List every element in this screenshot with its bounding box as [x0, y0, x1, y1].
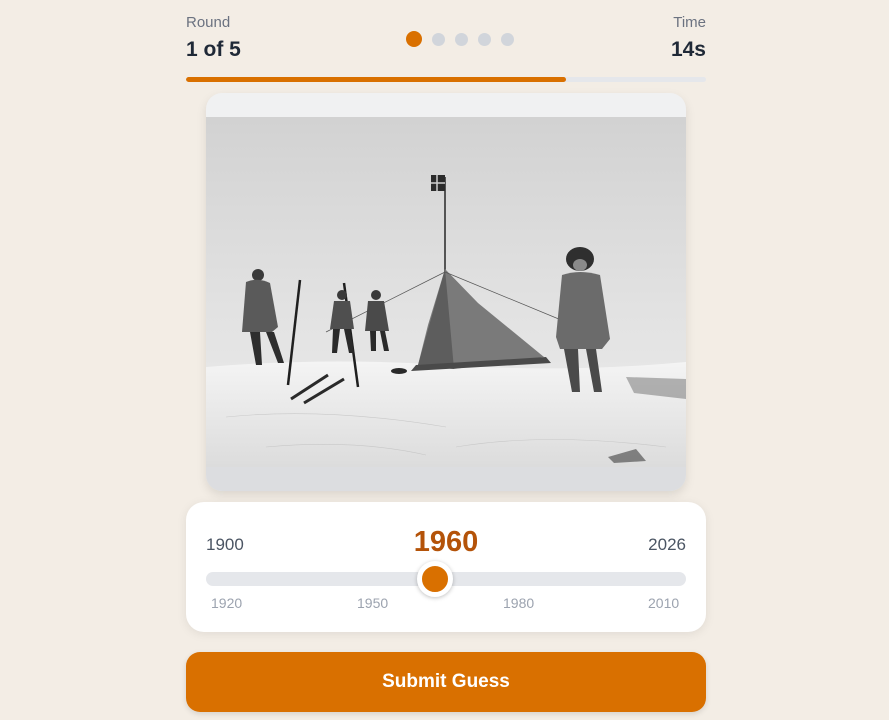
slider-tick-label: 2010 [648, 595, 680, 611]
year-slider-card: 1900 1960 2026 1920 1950 1980 2010 [186, 502, 706, 632]
slider-tick-label: 1980 [503, 595, 535, 611]
round-progress-dots [406, 31, 524, 47]
slider-max-label: 2026 [648, 535, 686, 554]
selected-year: 1960 [413, 526, 479, 558]
round-dot [478, 32, 491, 46]
year-slider-track[interactable] [206, 561, 686, 597]
slider-tick-label: 1920 [211, 595, 243, 611]
game-header: Round 1 of 5 Time 14s [186, 14, 706, 66]
timer-progress-bar [186, 77, 706, 82]
round-dot-current [406, 31, 422, 47]
round-info: Round 1 of 5 [186, 14, 241, 62]
round-dot [455, 32, 468, 46]
photo-card-footer [206, 465, 686, 491]
historical-photo [206, 117, 686, 467]
time-value: 14s [670, 38, 706, 61]
timer-progress-fill [186, 77, 566, 82]
round-value: 1 of 5 [186, 38, 241, 61]
submit-guess-button[interactable]: Submit Guess [186, 652, 706, 712]
time-info: Time 14s [671, 14, 706, 62]
year-slider-thumb[interactable] [416, 561, 453, 597]
round-label: Round [186, 14, 231, 31]
round-dot [501, 32, 514, 46]
photo-card [206, 93, 686, 491]
slider-tick-label: 1950 [357, 595, 389, 611]
round-dot [432, 32, 445, 46]
game-container: Round 1 of 5 Time 14s 1900 1960 2026 192… [186, 0, 706, 720]
time-label: Time [673, 14, 706, 31]
